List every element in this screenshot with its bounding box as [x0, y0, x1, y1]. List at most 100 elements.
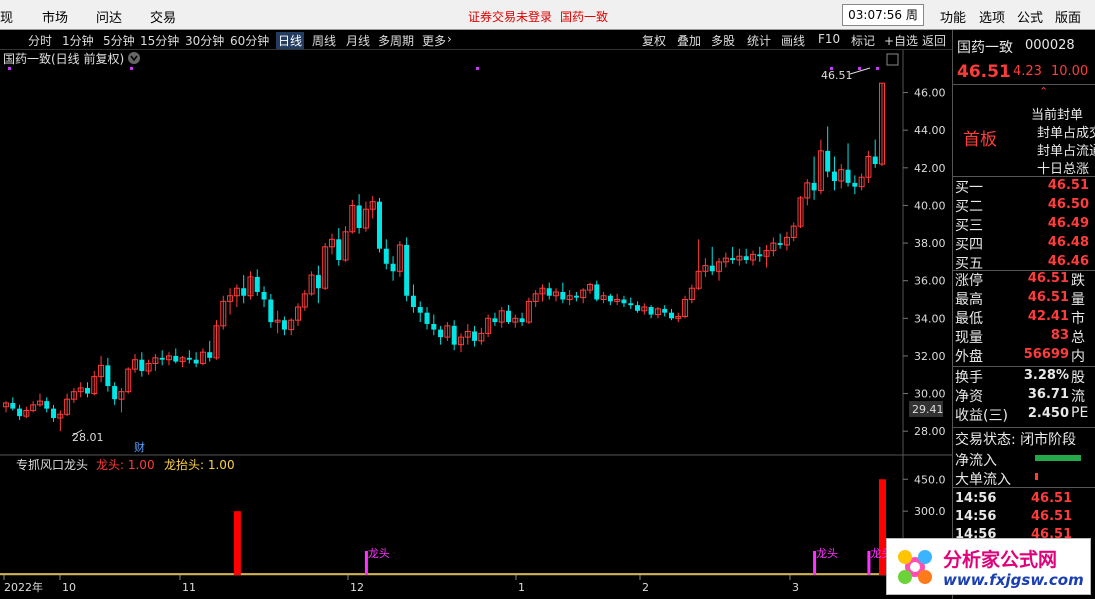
chart-dropdown-icon[interactable] [128, 52, 140, 64]
period-multi[interactable]: 多周期 [378, 32, 414, 49]
signal-bar [233, 511, 241, 575]
candle-body [519, 318, 525, 323]
period-30min[interactable]: 30分钟 [185, 32, 224, 49]
indicator-tick-label: 450.0 [914, 473, 946, 486]
candle-body [193, 359, 199, 364]
price-tick-label: 38.00 [914, 237, 946, 250]
candle-body [105, 365, 111, 387]
stat2-row-value: 2.450 [1027, 406, 1069, 421]
top-marker-dot [476, 67, 479, 70]
menu-current[interactable]: 现 [0, 7, 13, 26]
period-monthly[interactable]: 月线 [346, 32, 370, 49]
tool-back[interactable]: 返回 [922, 32, 946, 49]
candle-body [417, 307, 423, 313]
info-line-4: 十日总涨 [1037, 162, 1090, 177]
menu-trade[interactable]: 交易 [150, 7, 176, 26]
tool-overlay[interactable]: 叠加 [677, 32, 701, 49]
price-tick-label: 28.00 [914, 425, 946, 438]
period-toolbar: 分时 1分钟 5分钟 15分钟 30分钟 60分钟 日线 周线 月线 多周期 更… [0, 30, 952, 50]
bid-row-value: 46.50 [1047, 197, 1089, 212]
top-marker-dot [876, 67, 879, 70]
candle-body [825, 150, 831, 172]
stat-row-label: 涨停 [955, 273, 983, 289]
signal-label: 龙头 [368, 547, 390, 560]
period-tick[interactable]: 分时 [28, 32, 52, 49]
menu-wenda[interactable]: 问达 [96, 7, 122, 26]
current-price-label: 29.41 [912, 403, 944, 416]
panel-toggle-icon[interactable] [886, 53, 899, 66]
info-line-3: 封单占流通 [1037, 144, 1095, 159]
quote-panel: 国药一致 000028 46.51 4.23 10.00 ⌃ 首板 当前封单 封… [952, 30, 1095, 599]
price-change-pct: 10.00 [1051, 64, 1089, 79]
candle-body [254, 276, 260, 292]
candle-body [492, 318, 498, 323]
date-tick-label: 12 [350, 581, 364, 594]
site-logo: 分析家公式网 www.fxjgsw.com [886, 538, 1091, 595]
tool-draw[interactable]: 画线 [781, 32, 805, 49]
period-1min[interactable]: 1分钟 [62, 32, 94, 49]
price-tick-label: 40.00 [914, 199, 946, 212]
menu-function[interactable]: 功能 [940, 7, 966, 26]
candle-body [621, 299, 627, 304]
signal-bar [879, 479, 886, 575]
price-tick-label: 32.00 [914, 350, 946, 363]
candle-body [757, 254, 763, 257]
chevron-up-icon[interactable]: ⌃ [1039, 85, 1048, 98]
candle-body [431, 323, 437, 330]
stat-row-value: 46.51 [1027, 271, 1069, 286]
period-more[interactable]: 更多 [422, 32, 446, 49]
candle-body [811, 182, 817, 191]
chevron-right-icon[interactable]: › [447, 32, 452, 46]
menu-layout[interactable]: 版面 [1055, 7, 1081, 26]
period-daily[interactable]: 日线 [276, 32, 305, 49]
menu-market[interactable]: 市场 [42, 7, 68, 26]
tool-add-favorite[interactable]: +自选 [884, 32, 918, 49]
tool-stats[interactable]: 统计 [747, 32, 771, 49]
login-status[interactable]: 证券交易未登录 [468, 8, 552, 25]
date-tick-label: 1 [518, 581, 525, 594]
candle-body [376, 201, 382, 249]
candle-body [648, 307, 654, 315]
stat2-row-suffix: 流 [1071, 389, 1085, 405]
menu-options[interactable]: 选项 [979, 7, 1005, 26]
candle-body [730, 258, 736, 260]
period-60min[interactable]: 60分钟 [230, 32, 269, 49]
bid-row-value: 46.51 [1047, 178, 1089, 193]
candle-body [84, 387, 90, 394]
stat2-row-label: 换手 [955, 370, 983, 386]
period-weekly[interactable]: 周线 [312, 32, 336, 49]
stat2-row-suffix: PE [1071, 405, 1089, 421]
logo-url: www.fxjgsw.com [943, 571, 1084, 589]
stat-row-label: 外盘 [955, 349, 983, 365]
price-tick-label: 44.00 [914, 124, 946, 137]
candle-body [662, 308, 668, 313]
price-axis: 46.00 44.00 42.00 40.00 38.00 36.00 34.00 32.00… [903, 87, 946, 438]
info-line-2: 封单占成交 [1037, 126, 1095, 141]
kline-chart[interactable]: 46.00 44.00 42.00 40.00 38.00 36.00 34.00 32.00… [0, 50, 952, 599]
stat-row-suffix: 总 [1071, 330, 1085, 346]
candle-body [186, 357, 192, 360]
tool-f10[interactable]: F10 [818, 32, 840, 46]
price-tick-label: 42.00 [914, 162, 946, 175]
stat-row-suffix: 跌 [1071, 273, 1085, 289]
tool-restore[interactable]: 复权 [642, 32, 666, 49]
candle-body [438, 329, 444, 338]
menu-formula[interactable]: 公式 [1017, 7, 1043, 26]
candle-body [709, 265, 715, 272]
finance-marker[interactable]: 财 [134, 440, 145, 454]
tool-multi-stock[interactable]: 多股 [711, 32, 735, 49]
top-bar: 现 市场 问达 交易 证券交易未登录 国药一致 03:07:56 周五 功能 选… [0, 0, 1095, 42]
period-5min[interactable]: 5分钟 [103, 32, 135, 49]
price-tick-label: 30.00 [914, 388, 946, 401]
period-15min[interactable]: 15分钟 [140, 32, 179, 49]
chart-title: 国药一致(日线 前复权) [3, 51, 124, 66]
tool-mark[interactable]: 标记 [851, 32, 875, 49]
candle-body [10, 402, 16, 409]
top-marker-dot [8, 67, 11, 70]
candle-body [315, 275, 321, 289]
candle-body [845, 169, 851, 183]
indicator-tick-label: 300.0 [914, 505, 946, 518]
big-inflow-bar [1035, 473, 1038, 480]
board-label: 首板 [963, 130, 997, 150]
stat2-row-value: 3.28% [1023, 368, 1069, 383]
